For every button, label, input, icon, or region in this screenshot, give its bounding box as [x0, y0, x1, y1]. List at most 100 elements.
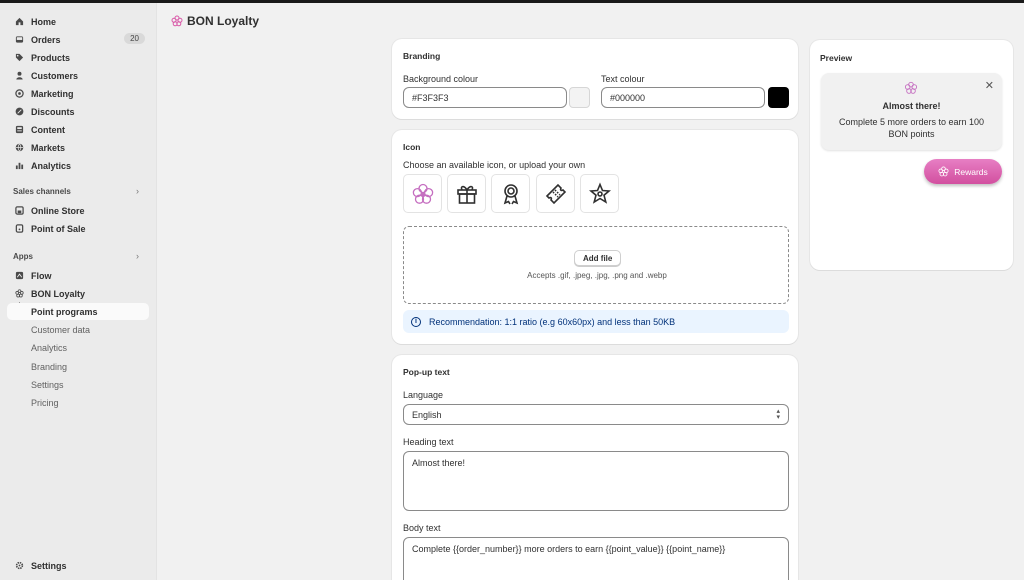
gear-icon: [15, 561, 24, 570]
sidebar-item-label: Point of Sale: [31, 223, 86, 234]
sidebar-item-label: Products: [31, 52, 71, 63]
sidebar-item-label: Point programs: [31, 306, 98, 317]
icon-option-flower[interactable]: [403, 174, 442, 213]
sidebar-subitem-customer-data[interactable]: Customer data: [31, 325, 90, 335]
content-icon: [15, 125, 24, 134]
heading-text-field[interactable]: Almost there!: [403, 451, 789, 511]
language-select[interactable]: English ▴ ▾: [403, 404, 789, 425]
sales-channels-label: Sales channels: [13, 187, 71, 196]
rewards-button[interactable]: Rewards: [924, 159, 1002, 184]
background-colour-swatch[interactable]: [569, 87, 590, 108]
sidebar-item-analytics[interactable]: Analytics: [7, 157, 149, 174]
sidebar-item-orders[interactable]: Orders 20: [7, 31, 149, 48]
apps-chevron-icon[interactable]: ›: [136, 251, 139, 261]
sales-channels-chevron-icon[interactable]: ›: [136, 186, 139, 196]
tag-icon: [15, 53, 24, 62]
sidebar-item-bon-loyalty[interactable]: BON Loyalty: [7, 285, 149, 302]
page-header: BON Loyalty: [157, 3, 1024, 39]
sidebar-item-home[interactable]: Home: [7, 13, 149, 30]
recommendation-text: Recommendation: 1:1 ratio (e.g 60x60px) …: [429, 316, 676, 327]
pos-icon: [15, 224, 24, 233]
orders-count-badge: 20: [124, 33, 145, 44]
sidebar-item-label: Customers: [31, 70, 79, 81]
award-ribbon-icon: [503, 183, 518, 204]
icon-option-ticket[interactable]: [536, 174, 575, 213]
sidebar-subitem-pricing[interactable]: Pricing: [31, 398, 59, 408]
text-colour-label: Text colour: [601, 74, 645, 84]
sidebar-item-label: Marketing: [31, 88, 74, 99]
flower-icon: [938, 166, 949, 177]
target-icon: [15, 89, 24, 98]
popup-text-title: Pop-up text: [403, 367, 450, 377]
background-colour-label: Background colour: [403, 74, 479, 84]
sidebar-item-label: Online Store: [31, 205, 85, 216]
globe-icon: [15, 143, 24, 152]
sidebar-item-label: Markets: [31, 142, 66, 153]
ticket-icon: [545, 183, 566, 204]
text-colour-input[interactable]: #000000: [601, 87, 765, 108]
language-label: Language: [403, 390, 444, 400]
flower-icon: [904, 81, 918, 94]
sidebar-subitem-settings[interactable]: Settings: [31, 380, 64, 390]
language-value: English: [412, 409, 442, 420]
sidebar-item-online-store[interactable]: Online Store: [7, 202, 149, 219]
branding-title: Branding: [403, 51, 441, 61]
gift-icon: [456, 185, 477, 204]
sidebar-subitem-point-programs[interactable]: Point programs: [7, 303, 149, 320]
sidebar-item-markets[interactable]: Markets: [7, 139, 149, 156]
icon-option-star-puzzle[interactable]: [580, 174, 619, 213]
sidebar-item-label: Content: [31, 124, 65, 135]
text-colour-swatch[interactable]: [768, 87, 789, 108]
preview-heading: Almost there!: [882, 101, 941, 111]
sidebar-item-point-of-sale[interactable]: Point of Sale: [7, 220, 149, 237]
preview-title: Preview: [820, 53, 853, 63]
preview-popup: ✕ Almost there! Complete 5 more orders t…: [821, 73, 1002, 150]
apps-label: Apps: [13, 252, 33, 261]
chart-bar-icon: [15, 161, 24, 170]
icon-title: Icon: [403, 142, 421, 152]
discount-icon: [15, 107, 24, 116]
icon-option-gift[interactable]: [447, 174, 486, 213]
sidebar-item-flow[interactable]: Flow: [7, 267, 149, 284]
sidebar-subitem-analytics[interactable]: Analytics: [31, 343, 67, 353]
file-dropzone[interactable]: Add file Accepts .gif, .jpeg, .jpg, .png…: [403, 226, 789, 304]
recommendation-banner: i Recommendation: 1:1 ratio (e.g 60x60px…: [403, 310, 789, 333]
flower-icon: [15, 289, 24, 298]
star-puzzle-icon: [588, 181, 611, 204]
store-icon: [15, 206, 24, 215]
flow-icon: [15, 271, 24, 280]
sidebar-item-label: Discounts: [31, 106, 75, 117]
add-file-button[interactable]: Add file: [574, 250, 622, 266]
body-text-label: Body text: [403, 523, 441, 533]
page-title: BON Loyalty: [187, 14, 260, 28]
sidebar-item-label: Home: [31, 16, 57, 27]
flower-icon: [412, 183, 433, 204]
sidebar-item-settings[interactable]: Settings: [7, 557, 149, 574]
inbox-icon: [15, 35, 24, 44]
sidebar-item-label: Orders: [31, 34, 61, 45]
sidebar-item-products[interactable]: Products: [7, 49, 149, 66]
home-icon: [15, 17, 24, 26]
sidebar-item-content[interactable]: Content: [7, 121, 149, 138]
sidebar-item-customers[interactable]: Customers: [7, 67, 149, 84]
close-icon[interactable]: ✕: [985, 79, 994, 92]
sidebar-item-marketing[interactable]: Marketing: [7, 85, 149, 102]
sidebar-item-label: Settings: [31, 560, 67, 571]
sidebar-item-discounts[interactable]: Discounts: [7, 103, 149, 120]
person-icon: [15, 71, 24, 80]
select-chevron-icon: ▴ ▾: [776, 408, 780, 421]
sidebar-item-label: BON Loyalty: [31, 288, 86, 299]
sidebar-item-label: Flow: [31, 270, 52, 281]
accepted-formats-text: Accepts .gif, .jpeg, .jpg, .png and .web…: [527, 271, 667, 280]
info-icon: i: [411, 316, 421, 327]
rewards-label: Rewards: [954, 166, 988, 177]
sidebar-item-label: Analytics: [31, 160, 72, 171]
icon-option-award[interactable]: [491, 174, 530, 213]
icon-subtitle: Choose an available icon, or upload your…: [403, 160, 586, 170]
background-colour-input[interactable]: #F3F3F3: [403, 87, 567, 108]
heading-text-label: Heading text: [403, 437, 454, 447]
sidebar: Home Orders 20 Products Customers Market…: [0, 3, 157, 580]
sidebar-subitem-branding[interactable]: Branding: [31, 362, 67, 372]
bon-loyalty-logo-icon: [171, 15, 183, 27]
body-text-field[interactable]: Complete {{order_number}} more orders to…: [403, 537, 789, 580]
